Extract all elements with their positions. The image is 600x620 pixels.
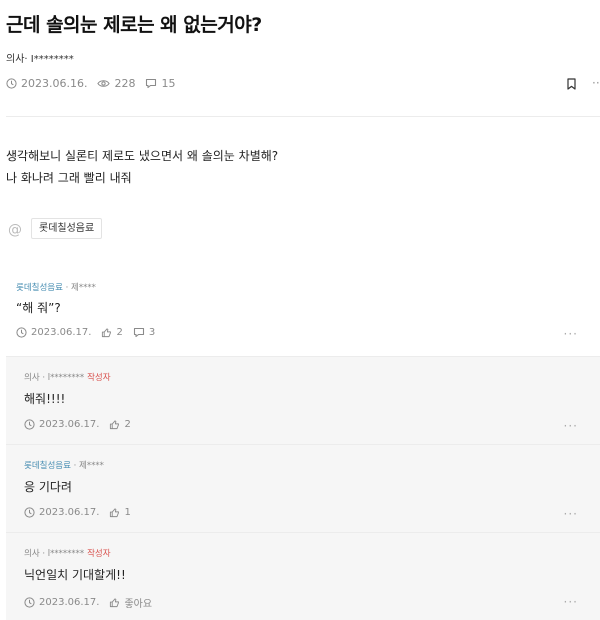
- comment-author-name[interactable]: 의사 · l********: [24, 549, 84, 559]
- comment-date: 2023.06.17.: [16, 327, 91, 338]
- clock-icon: [24, 419, 35, 430]
- post-body: 생각해보니 실론티 제로도 냈으면서 왜 솔의눈 차별해? 나 화나려 그래 빨…: [6, 145, 278, 189]
- bookmark-icon[interactable]: [566, 78, 577, 90]
- thumbs-up-icon: [110, 420, 120, 430]
- comment-date: 2023.06.17.: [24, 507, 99, 518]
- at-icon: @: [8, 222, 22, 238]
- post-views: 228: [97, 77, 135, 90]
- clock-icon: [24, 597, 35, 608]
- comment-icon: [146, 78, 157, 89]
- clock-icon: [24, 507, 35, 518]
- post-meta: 2023.06.16. 228 15: [6, 77, 185, 90]
- divider: [6, 116, 600, 117]
- comment-body: 응 기다려: [24, 480, 72, 494]
- op-badge: 작성자: [87, 549, 111, 559]
- comment-meta: 2023.06.17. 2: [24, 419, 141, 430]
- comment-body: “해 줘”?: [16, 301, 61, 315]
- clock-icon: [6, 78, 17, 89]
- reply-comment: 롯데칠성음료 · 제**** 응 기다려 2023.06.17. 1 ···: [6, 444, 600, 532]
- like-button[interactable]: 1: [109, 507, 131, 518]
- comment-date: 2023.06.17.: [24, 419, 99, 430]
- reply-count-button[interactable]: 3: [133, 327, 155, 338]
- comment-icon: [133, 327, 144, 338]
- like-button[interactable]: 좋아요: [109, 595, 152, 610]
- comment-author[interactable]: 의사 · l******** 작성자: [24, 371, 111, 383]
- comment-author-name: · 제****: [62, 283, 96, 293]
- thumbs-up-icon: [102, 328, 112, 338]
- comment-more-button[interactable]: ···: [564, 595, 578, 609]
- post-comment-count[interactable]: 15: [145, 77, 175, 90]
- post-more-button[interactable]: ···: [592, 76, 600, 90]
- comment-meta: 2023.06.17. 1: [24, 507, 141, 518]
- comment-date: 2023.06.17.: [24, 597, 99, 608]
- comment-author[interactable]: 롯데칠성음료 · 제****: [24, 459, 104, 471]
- like-button[interactable]: 2: [109, 419, 131, 430]
- company-tag[interactable]: 롯데칠성음료: [31, 218, 103, 239]
- comment-author-name: · 제****: [70, 461, 104, 471]
- thumbs-up-icon: [110, 598, 120, 608]
- comment-body: 닉언일치 기대할게!!: [24, 568, 126, 582]
- eye-icon: [97, 80, 111, 87]
- comment-more-button[interactable]: ···: [564, 507, 578, 521]
- comment: 롯데칠성음료 · 제**** “해 줘”? 2023.06.17. 2 3 ··…: [6, 270, 600, 354]
- comment-more-button[interactable]: ···: [564, 327, 578, 341]
- comment-meta: 2023.06.17. 2 3: [16, 327, 165, 338]
- comment-meta: 2023.06.17. 좋아요: [24, 595, 162, 610]
- post-title: 근데 솔의눈 제로는 왜 없는거야?: [6, 14, 262, 36]
- post-body-line: 생각해보니 실론티 제로도 냈으면서 왜 솔의눈 차별해?: [6, 149, 279, 163]
- op-badge: 작성자: [87, 373, 111, 383]
- clock-icon: [16, 327, 27, 338]
- post-date: 2023.06.16.: [6, 77, 87, 90]
- reply-comment: 의사 · l******** 작성자 닉언일치 기대할게!! 2023.06.17…: [6, 532, 600, 620]
- post-body-line: 나 화나려 그래 빨리 내줘: [6, 171, 132, 185]
- comment-author-company[interactable]: 롯데칠성음료: [24, 461, 71, 471]
- reply-comment: 의사 · l******** 작성자 해줘!!!! 2023.06.17. 2 ·…: [6, 356, 600, 444]
- comment-more-button[interactable]: ···: [564, 419, 578, 433]
- thumbs-up-icon: [110, 508, 120, 518]
- like-button[interactable]: 2: [101, 327, 123, 338]
- comment-author[interactable]: 롯데칠성음료 · 제****: [16, 281, 96, 293]
- comment-author-company[interactable]: 롯데칠성음료: [16, 283, 63, 293]
- comment-author[interactable]: 의사 · l******** 작성자: [24, 547, 111, 559]
- comment-body: 해줘!!!!: [24, 392, 66, 406]
- post-author[interactable]: 의사· I********: [6, 50, 74, 65]
- comment-author-name[interactable]: 의사 · l********: [24, 373, 84, 383]
